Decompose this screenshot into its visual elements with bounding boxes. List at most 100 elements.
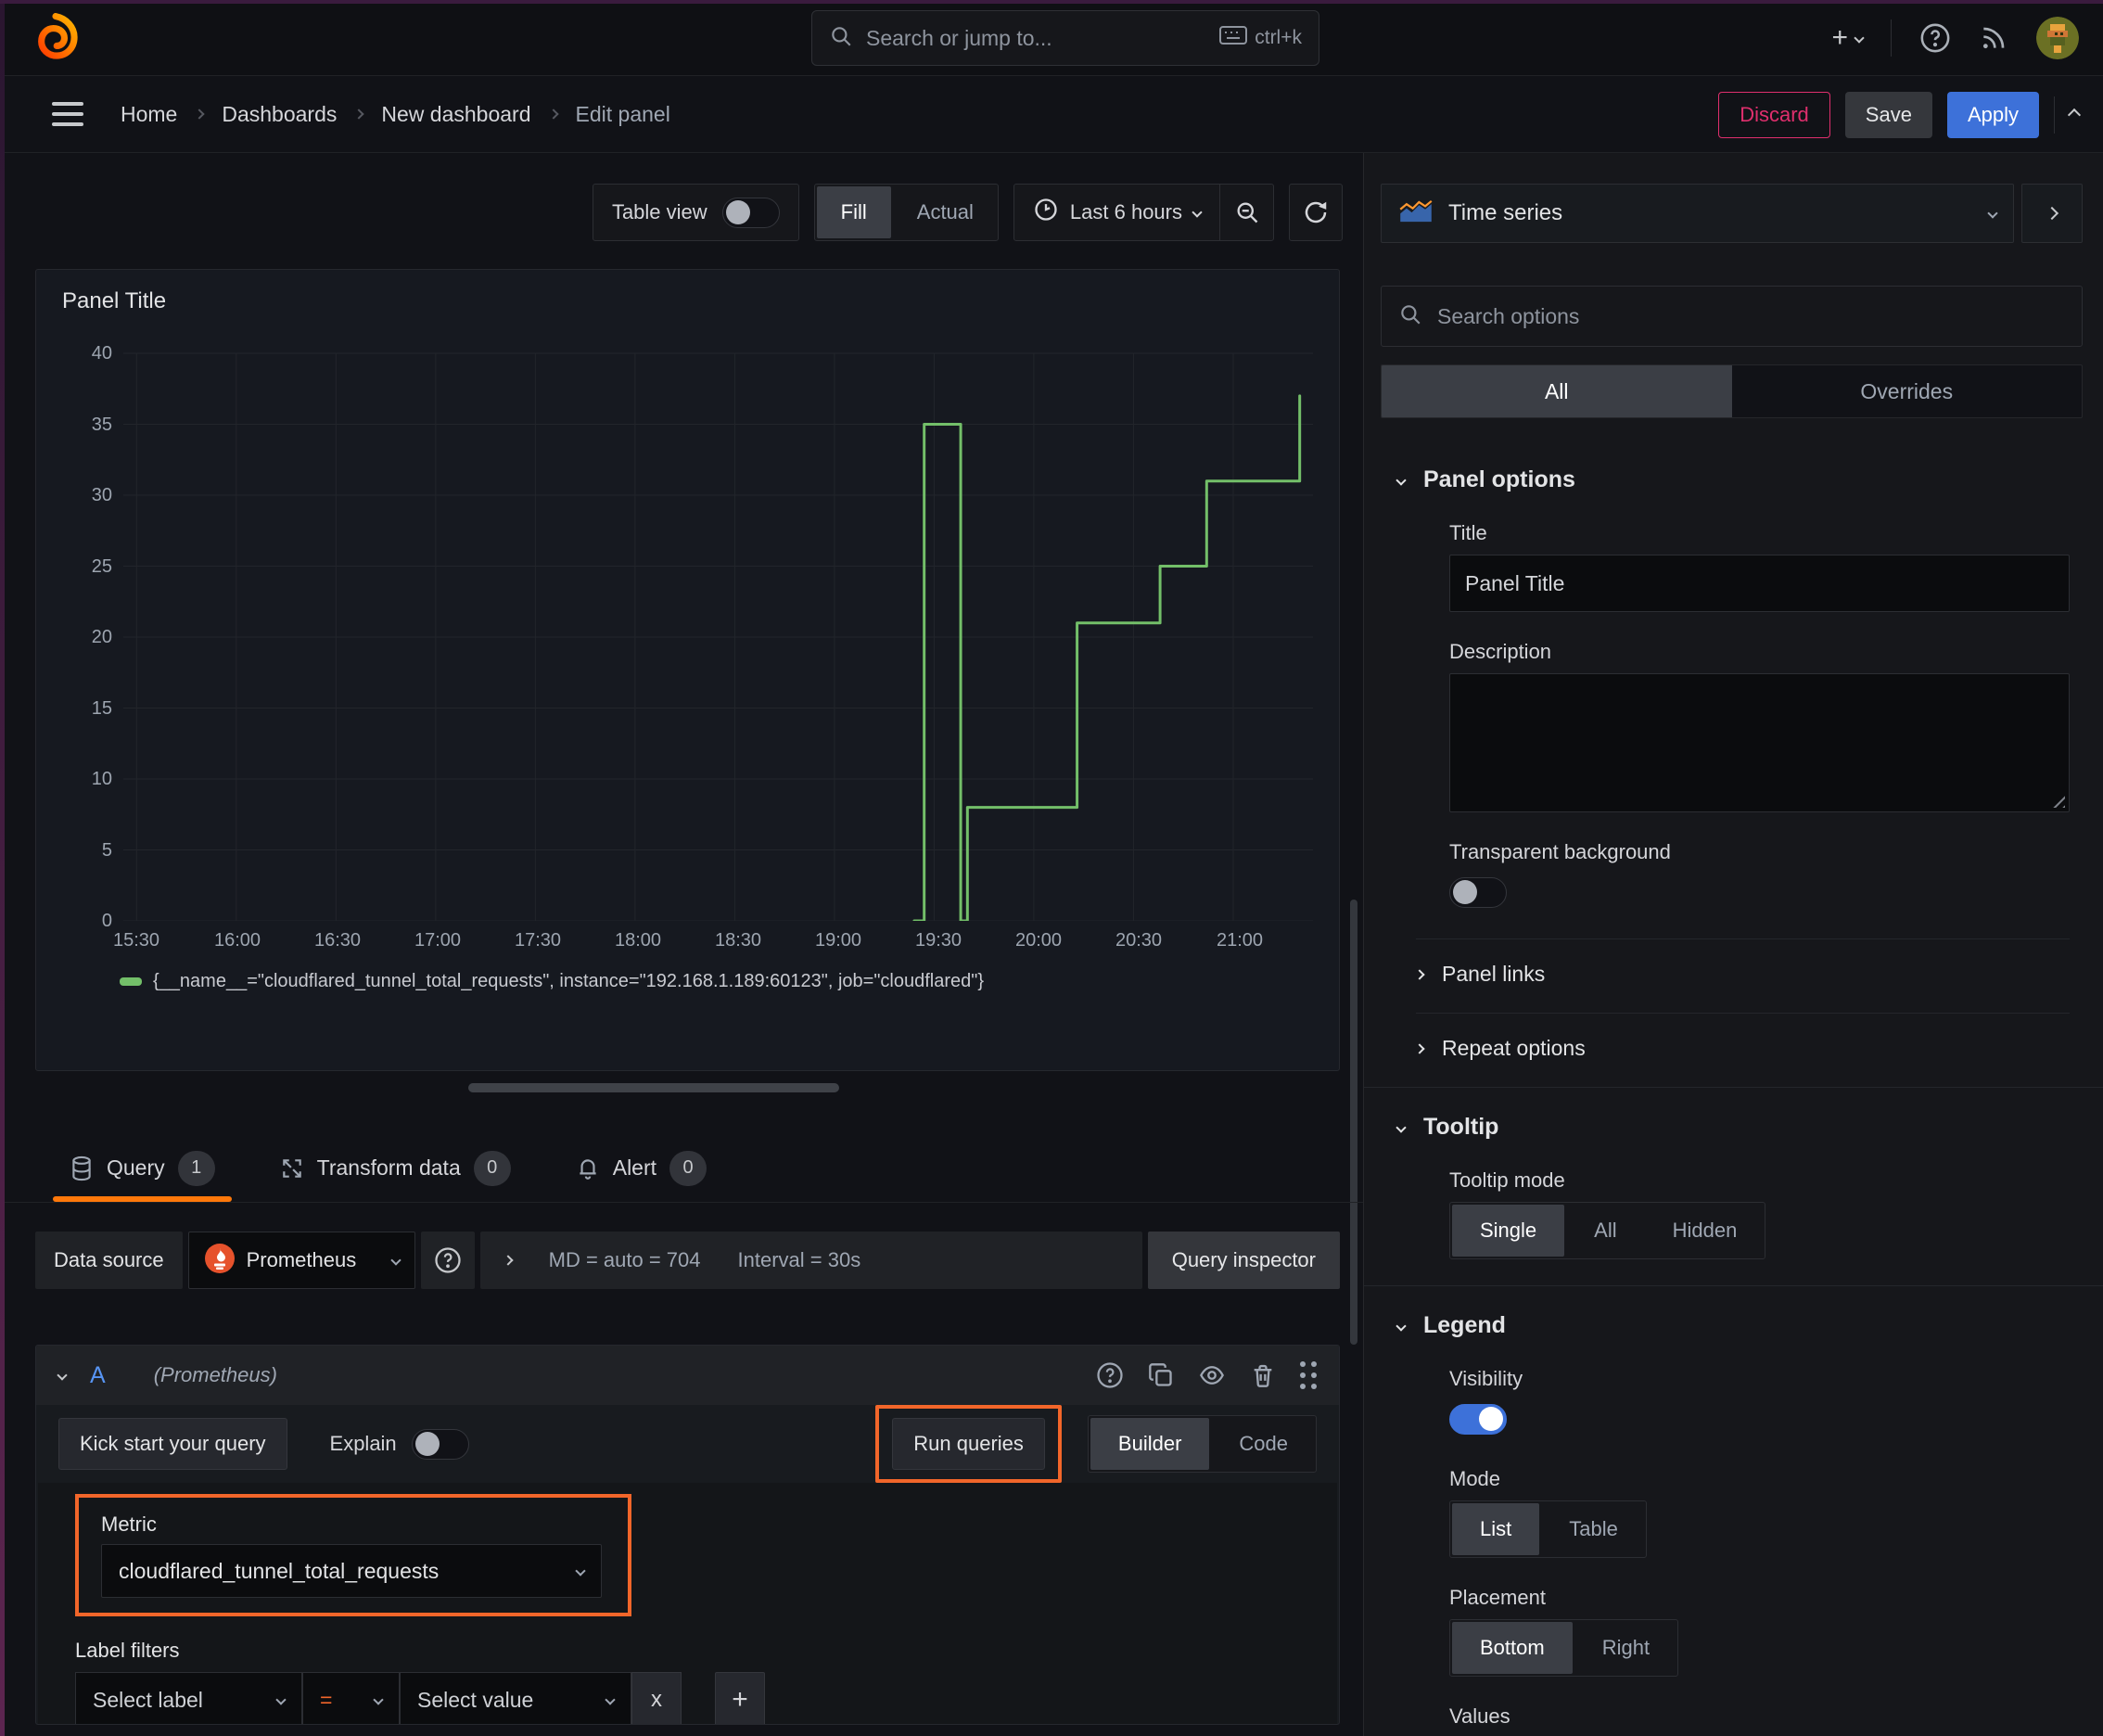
code-option[interactable]: Code <box>1211 1416 1316 1472</box>
query-inspector-button[interactable]: Query inspector <box>1147 1232 1340 1289</box>
tab-overrides[interactable]: Overrides <box>1732 365 2083 417</box>
tooltip-all-option[interactable]: All <box>1566 1203 1644 1258</box>
chart-legend: {__name__="cloudflared_tunnel_total_requ… <box>120 971 1317 992</box>
datasource-picker[interactable]: Prometheus <box>187 1232 415 1289</box>
query-help-icon[interactable] <box>1096 1361 1124 1389</box>
x-tick-label: 18:30 <box>714 930 762 951</box>
x-tick-label: 17:30 <box>514 930 562 951</box>
tab-transform-label: Transform data <box>316 1155 461 1180</box>
remove-filter-button[interactable]: x <box>631 1672 682 1724</box>
fill-option[interactable]: Fill <box>816 186 891 238</box>
add-new-button[interactable]: + <box>1831 22 1865 54</box>
breadcrumb-home[interactable]: Home <box>121 102 177 127</box>
tab-all[interactable]: All <box>1382 365 1732 417</box>
query-ref-id: A <box>90 1361 106 1388</box>
operator-dropdown[interactable]: = <box>302 1672 400 1724</box>
tab-query[interactable]: Query 1 <box>53 1134 232 1202</box>
breadcrumb: Home Dashboards New dashboard Edit panel <box>121 102 670 127</box>
global-search-box[interactable]: ctrl+k <box>811 10 1319 66</box>
y-tick-label: 25 <box>91 556 112 577</box>
search-icon <box>829 24 853 53</box>
chart-x-axis: 15:30 16:00 16:30 17:00 17:30 18:00 18:30 19:00… <box>113 921 1313 958</box>
grafana-logo-icon[interactable] <box>32 13 80 61</box>
breadcrumb-new-dashboard[interactable]: New dashboard <box>381 102 530 127</box>
legend-visibility-toggle[interactable] <box>1449 1404 1507 1435</box>
x-tick-label: 20:30 <box>1115 930 1163 951</box>
apply-button[interactable]: Apply <box>1946 91 2039 138</box>
chevron-right-icon <box>2045 206 2059 221</box>
max-data-points-value: MD = auto = 704 <box>548 1248 701 1271</box>
add-filter-button[interactable]: + <box>715 1672 765 1724</box>
refresh-icon[interactable] <box>1289 184 1343 241</box>
resize-grip-icon[interactable] <box>2051 794 2065 808</box>
visibility-label: Visibility <box>1449 1367 1523 1390</box>
collapse-header-icon[interactable] <box>2067 108 2082 121</box>
news-icon[interactable] <box>1979 23 2008 53</box>
time-range-picker[interactable]: Last 6 hours <box>1014 197 1219 228</box>
zoom-out-icon[interactable] <box>1219 185 1273 240</box>
kick-start-query-button[interactable]: Kick start your query <box>58 1418 287 1470</box>
x-tick-label: 21:00 <box>1216 930 1264 951</box>
chevron-down-icon <box>575 1565 586 1576</box>
chevron-down-icon[interactable] <box>57 1370 68 1381</box>
legend-swatch[interactable] <box>120 977 142 986</box>
panel-links-section[interactable]: Panel links <box>1414 962 2070 987</box>
duplicate-query-icon[interactable] <box>1148 1362 1174 1388</box>
panel-resize-handle[interactable] <box>468 1083 839 1092</box>
visualization-picker[interactable]: Time series <box>1381 184 2014 243</box>
builder-option[interactable]: Builder <box>1090 1418 1210 1470</box>
placement-right-option[interactable]: Right <box>1574 1620 1677 1676</box>
tab-alert[interactable]: Alert 0 <box>576 1134 707 1202</box>
query-row-header[interactable]: A (Prometheus) <box>36 1346 1339 1405</box>
select-value-dropdown[interactable]: Select value <box>400 1672 631 1724</box>
options-search-box[interactable] <box>1381 286 2083 347</box>
actual-option[interactable]: Actual <box>893 185 998 240</box>
x-tick-label: 19:30 <box>914 930 962 951</box>
help-icon[interactable] <box>1919 22 1951 54</box>
breadcrumb-dashboards[interactable]: Dashboards <box>222 102 337 127</box>
placement-bottom-option[interactable]: Bottom <box>1452 1622 1573 1674</box>
panel-title-input[interactable] <box>1449 555 2070 612</box>
x-tick-label: 16:00 <box>213 930 261 951</box>
metric-select[interactable]: cloudflared_tunnel_total_requests <box>101 1544 602 1598</box>
search-input[interactable] <box>864 24 1209 52</box>
drag-handle-icon[interactable] <box>1300 1361 1317 1389</box>
select-label-dropdown[interactable]: Select label <box>75 1672 302 1724</box>
legend-series-name[interactable]: {__name__="cloudflared_tunnel_total_requ… <box>153 971 984 992</box>
tooltip-section-header[interactable]: Tooltip <box>1396 1114 2070 1141</box>
explain-toggle[interactable] <box>411 1428 469 1460</box>
description-textarea[interactable] <box>1449 673 2070 812</box>
run-queries-button[interactable]: Run queries <box>892 1418 1045 1470</box>
x-tick-label: 20:00 <box>1014 930 1063 951</box>
table-view-label: Table view <box>611 200 707 223</box>
repeat-options-section[interactable]: Repeat options <box>1414 1036 2070 1061</box>
panel-title[interactable]: Panel Title <box>62 288 1317 314</box>
chevron-down-icon <box>1192 207 1203 218</box>
x-tick-label: 16:30 <box>313 930 362 951</box>
legend-mode-list-option[interactable]: List <box>1452 1503 1540 1555</box>
table-view-toggle[interactable] <box>721 197 780 228</box>
menu-icon[interactable] <box>52 102 83 126</box>
save-button[interactable]: Save <box>1844 91 1932 138</box>
collapse-options-pane-button[interactable] <box>2021 184 2083 243</box>
options-search-input[interactable] <box>1435 302 2065 330</box>
chevron-down-icon <box>373 1694 384 1705</box>
hide-query-icon[interactable] <box>1198 1362 1226 1388</box>
panel-options-section-header[interactable]: Panel options <box>1396 466 2070 493</box>
chevron-down-icon <box>275 1694 287 1705</box>
datasource-help-icon[interactable] <box>420 1232 475 1289</box>
description-label: Description <box>1449 640 1552 663</box>
delete-query-icon[interactable] <box>1250 1362 1276 1388</box>
datasource-name: Prometheus <box>246 1248 357 1271</box>
tooltip-single-option[interactable]: Single <box>1452 1205 1565 1257</box>
legend-section-header[interactable]: Legend <box>1396 1312 2070 1339</box>
transparent-background-toggle[interactable] <box>1449 877 1507 908</box>
query-options-summary[interactable]: MD = auto = 704 Interval = 30s <box>479 1232 1142 1289</box>
tab-transform-data[interactable]: Transform data 0 <box>280 1134 511 1202</box>
legend-mode-table-option[interactable]: Table <box>1541 1501 1646 1557</box>
user-avatar[interactable] <box>2036 17 2079 59</box>
tooltip-hidden-option[interactable]: Hidden <box>1645 1203 1765 1258</box>
y-tick-label: 15 <box>91 698 112 719</box>
discard-button[interactable]: Discard <box>1718 91 1830 138</box>
pane-scrollbar[interactable] <box>1350 900 1357 1345</box>
